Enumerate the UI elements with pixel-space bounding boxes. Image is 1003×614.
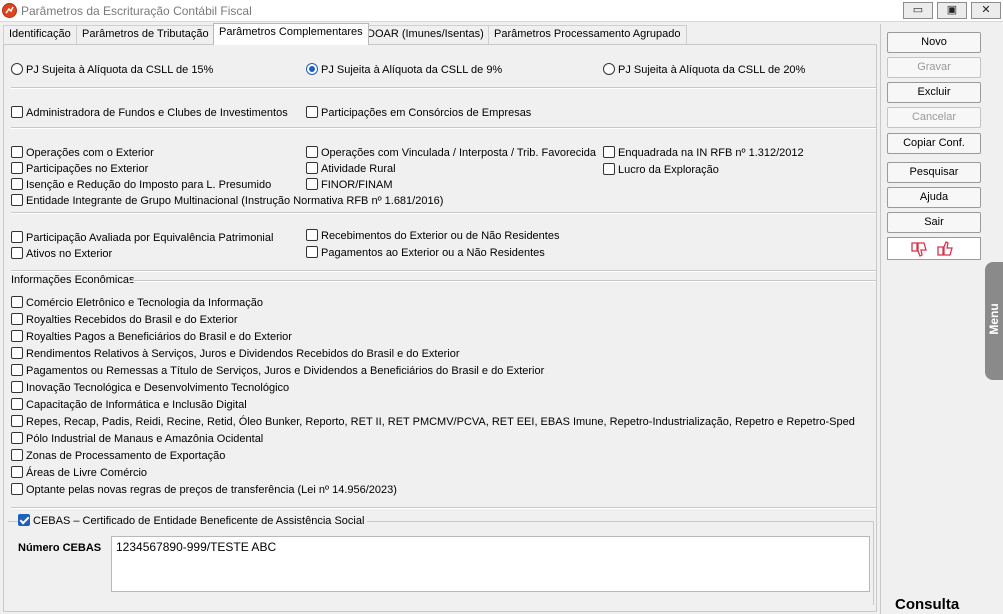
- checkbox-zonas-exportacao[interactable]: Zonas de Processamento de Exportação: [11, 449, 225, 464]
- divider: [128, 280, 876, 282]
- checkbox[interactable]: [603, 146, 615, 158]
- checkbox[interactable]: [306, 229, 318, 241]
- status-mode: Consulta: [895, 596, 960, 613]
- tab-parametros-tributacao[interactable]: Parâmetros de Tributação: [76, 25, 215, 44]
- checkbox-participacoes-exterior[interactable]: Participações no Exterior: [11, 162, 148, 177]
- excluir-button[interactable]: Excluir: [887, 82, 981, 103]
- checkbox[interactable]: [11, 330, 23, 342]
- menu-label: Menu: [987, 303, 1001, 335]
- checkbox[interactable]: [306, 162, 318, 174]
- checkbox-consorcios[interactable]: Participações em Consórcios de Empresas: [306, 106, 531, 121]
- numero-cebas-label: Número CEBAS: [18, 542, 102, 554]
- checkbox[interactable]: [11, 432, 23, 444]
- radio-csll-9[interactable]: PJ Sujeita à Alíquota da CSLL de 9%: [306, 63, 502, 78]
- checkbox-royalties-recebidos[interactable]: Royalties Recebidos do Brasil e do Exter…: [11, 313, 238, 328]
- checkbox-recebimentos-exterior[interactable]: Recebimentos do Exterior ou de Não Resid…: [306, 229, 559, 244]
- close-button[interactable]: ✕: [971, 2, 1001, 19]
- checkbox-operacoes-vinculada[interactable]: Operações com Vinculada / Interposta / T…: [306, 146, 596, 161]
- checkbox[interactable]: [11, 415, 23, 427]
- checkbox-isencao-reducao[interactable]: Isenção e Redução do Imposto para L. Pre…: [11, 178, 271, 193]
- checkbox-polo-manaus[interactable]: Pólo Industrial de Manaus e Amazônia Oci…: [11, 432, 263, 447]
- divider: [11, 127, 876, 129]
- checkbox-ativos-exterior[interactable]: Ativos no Exterior: [11, 247, 112, 262]
- checkbox-comercio-eletronico[interactable]: Comércio Eletrônico e Tecnologia da Info…: [11, 296, 263, 311]
- checkbox[interactable]: [11, 364, 23, 376]
- checkbox[interactable]: [11, 483, 23, 495]
- menu-side-tab[interactable]: Menu: [985, 262, 1003, 380]
- tab-parametros-complementares[interactable]: Parâmetros Complementares: [213, 23, 369, 45]
- checkbox-royalties-pagos[interactable]: Royalties Pagos a Beneficiários do Brasi…: [11, 330, 292, 345]
- checkbox[interactable]: [306, 146, 318, 158]
- parametros-complementares-panel: PJ Sujeita à Alíquota da CSLL de 15% PJ …: [3, 44, 877, 612]
- divider: [11, 507, 876, 509]
- informacoes-economicas-heading: Informações Econômicas: [11, 274, 135, 286]
- feedback-buttons: [887, 237, 981, 260]
- checkbox[interactable]: [306, 246, 318, 258]
- checkbox[interactable]: [11, 106, 23, 118]
- checkbox[interactable]: [11, 178, 23, 190]
- checkbox-capacitacao-informatica[interactable]: Capacitação de Informática e Inclusão Di…: [11, 398, 247, 413]
- checkbox[interactable]: [11, 247, 23, 259]
- app-icon: [2, 3, 17, 18]
- checkbox[interactable]: [11, 398, 23, 410]
- action-sidebar: Novo Gravar Excluir Cancelar Copiar Conf…: [880, 24, 983, 614]
- divider: [11, 87, 876, 89]
- tab-doar[interactable]: DOAR (Imunes/Isentas): [361, 25, 490, 44]
- checkbox-operacoes-exterior[interactable]: Operações com o Exterior: [11, 146, 154, 161]
- gravar-button[interactable]: Gravar: [887, 57, 981, 78]
- checkbox-atividade-rural[interactable]: Atividade Rural: [306, 162, 396, 177]
- checkbox-cebas[interactable]: CEBAS – Certificado de Entidade Benefice…: [18, 514, 368, 529]
- thumbs-down-icon[interactable]: [910, 241, 928, 260]
- tab-identificacao[interactable]: Identificação: [3, 25, 77, 44]
- thumbs-up-icon[interactable]: [936, 241, 954, 260]
- divider: [11, 270, 876, 272]
- checkbox-inovacao-tecnologica[interactable]: Inovação Tecnológica e Desenvolvimento T…: [11, 381, 289, 396]
- radio-csll-20[interactable]: PJ Sujeita à Alíquota da CSLL de 20%: [603, 63, 805, 78]
- checkbox[interactable]: [306, 106, 318, 118]
- checkbox[interactable]: [11, 381, 23, 393]
- checkbox-precos-transferencia[interactable]: Optante pelas novas regras de preços de …: [11, 483, 397, 498]
- checkbox[interactable]: [18, 514, 30, 526]
- checkbox[interactable]: [11, 466, 23, 478]
- checkbox[interactable]: [11, 313, 23, 325]
- checkbox-pagamentos-exterior[interactable]: Pagamentos ao Exterior ou a Não Resident…: [306, 246, 545, 261]
- cancelar-button[interactable]: Cancelar: [887, 107, 981, 128]
- checkbox-rendimentos-servicos[interactable]: Rendimentos Relativos à Serviços, Juros …: [11, 347, 460, 362]
- radio-button[interactable]: [11, 63, 23, 75]
- checkbox-grupo-multinacional[interactable]: Entidade Integrante de Grupo Multinacion…: [11, 194, 443, 209]
- maximize-button[interactable]: ▣: [937, 2, 967, 19]
- checkbox-enquadrada-in[interactable]: Enquadrada na IN RFB nº 1.312/2012: [603, 146, 804, 161]
- checkbox-repes-recap[interactable]: Repes, Recap, Padis, Reidi, Recine, Reti…: [11, 415, 855, 430]
- pesquisar-button[interactable]: Pesquisar: [887, 162, 981, 183]
- checkbox[interactable]: [11, 449, 23, 461]
- checkbox[interactable]: [11, 194, 23, 206]
- checkbox-lucro-exploracao[interactable]: Lucro da Exploração: [603, 163, 719, 178]
- checkbox-areas-livre-comercio[interactable]: Áreas de Livre Comércio: [11, 466, 147, 481]
- ajuda-button[interactable]: Ajuda: [887, 187, 981, 208]
- checkbox[interactable]: [11, 231, 23, 243]
- checkbox-administradora-fundos[interactable]: Administradora de Fundos e Clubes de Inv…: [11, 106, 288, 121]
- checkbox[interactable]: [306, 178, 318, 190]
- numero-cebas-field[interactable]: 1234567890-999/TESTE ABC: [111, 536, 870, 592]
- checkbox-pagamentos-remessas[interactable]: Pagamentos ou Remessas a Título de Servi…: [11, 364, 544, 379]
- checkbox[interactable]: [11, 347, 23, 359]
- window-title: Parâmetros da Escrituração Contábil Fisc…: [21, 4, 252, 18]
- novo-button[interactable]: Novo: [887, 32, 981, 53]
- checkbox-equivalencia-patrimonial[interactable]: Participação Avaliada por Equivalência P…: [11, 231, 273, 246]
- title-bar: Parâmetros da Escrituração Contábil Fisc…: [0, 0, 1003, 22]
- radio-button[interactable]: [306, 63, 318, 75]
- checkbox[interactable]: [11, 162, 23, 174]
- minimize-button[interactable]: ▭: [903, 2, 933, 19]
- checkbox-finor-finam[interactable]: FINOR/FINAM: [306, 178, 393, 193]
- radio-csll-15[interactable]: PJ Sujeita à Alíquota da CSLL de 15%: [11, 63, 213, 78]
- checkbox[interactable]: [11, 146, 23, 158]
- sair-button[interactable]: Sair: [887, 212, 981, 233]
- radio-button[interactable]: [603, 63, 615, 75]
- divider: [11, 212, 876, 214]
- checkbox[interactable]: [11, 296, 23, 308]
- checkbox[interactable]: [603, 163, 615, 175]
- copiar-conf-button[interactable]: Copiar Conf.: [887, 133, 981, 154]
- tab-processamento-agrupado[interactable]: Parâmetros Processamento Agrupado: [488, 25, 687, 44]
